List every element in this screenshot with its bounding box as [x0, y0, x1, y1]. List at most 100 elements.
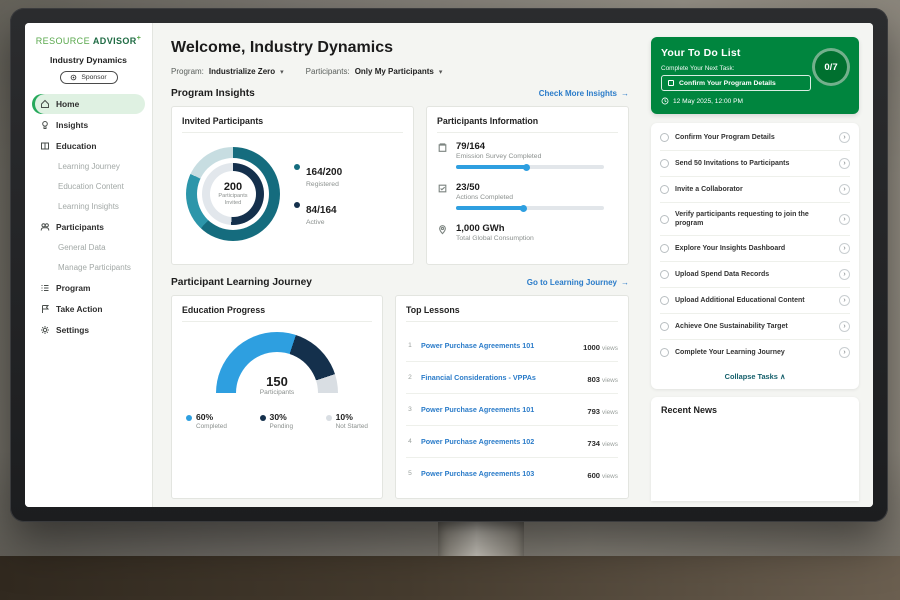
sidebar-item-settings[interactable]: Settings	[32, 320, 145, 340]
sidebar-item-label: Take Action	[56, 304, 103, 314]
insights-icon	[40, 120, 50, 130]
arrow-right-icon: →	[621, 89, 629, 98]
sidebar-item-insights[interactable]: Insights	[32, 115, 145, 135]
checkbox-icon[interactable]	[660, 270, 669, 279]
legend-value: 164/200	[306, 167, 342, 178]
lesson-link[interactable]: Power Purchase Agreements 101	[421, 405, 580, 414]
caret-up-icon: ∧	[780, 372, 785, 381]
sidebar-item-label: Insights	[56, 120, 88, 130]
participants-filter-label: Participants:	[306, 67, 350, 76]
lesson-link[interactable]: Power Purchase Agreements 101	[421, 341, 576, 350]
main-content: Welcome, Industry Dynamics Program: Indu…	[153, 23, 641, 507]
chevron-right-icon[interactable]: ›	[839, 269, 850, 280]
participants-filter-value[interactable]: Only My Participants	[355, 67, 434, 76]
lesson-views: 734	[587, 439, 600, 448]
section-title: Participant Learning Journey	[171, 277, 312, 288]
sidebar-item-take-action[interactable]: Take Action	[32, 299, 145, 319]
task-row-confirm-program[interactable]: Confirm Your Program Details ›	[660, 125, 850, 151]
stat-global-consumption: 1,000 GWh Total Global Consumption	[437, 223, 618, 242]
checkbox-icon[interactable]	[660, 244, 669, 253]
task-label: Confirm Your Program Details	[675, 133, 833, 142]
next-task-box[interactable]: Confirm Your Program Details	[661, 75, 811, 91]
chevron-down-icon[interactable]: ▾	[280, 68, 284, 76]
location-pin-icon	[437, 224, 448, 235]
lesson-row: 4 Power Purchase Agreements 102 734views	[406, 426, 618, 458]
chevron-right-icon[interactable]: ›	[839, 243, 850, 254]
sidebar-item-program[interactable]: Program	[32, 278, 145, 298]
learning-cards-row: Education Progress 150 Participants	[171, 295, 629, 499]
chevron-down-icon[interactable]: ▾	[439, 68, 443, 76]
chevron-right-icon[interactable]: ›	[839, 158, 850, 169]
chevron-right-icon[interactable]: ›	[839, 347, 850, 358]
task-row-verify-participants[interactable]: Verify participants requesting to join t…	[660, 203, 850, 236]
sidebar-item-general-data[interactable]: General Data	[32, 238, 145, 257]
checkbox-icon[interactable]	[668, 80, 674, 86]
chevron-right-icon[interactable]: ›	[839, 321, 850, 332]
checkbox-icon[interactable]	[660, 185, 669, 194]
lesson-link[interactable]: Power Purchase Agreements 103	[421, 469, 580, 478]
invited-legend: 164/200 Registered 84/164 Active	[294, 162, 342, 226]
lesson-row: 1 Power Purchase Agreements 101 1000view…	[406, 330, 618, 362]
sidebar: RESOURCE ADVISOR+ Industry Dynamics Spon…	[25, 23, 153, 507]
chevron-right-icon[interactable]: ›	[839, 214, 850, 225]
card-title: Top Lessons	[406, 305, 618, 322]
legend-item-pending: 30% Pending	[260, 412, 293, 430]
task-label: Explore Your Insights Dashboard	[675, 244, 833, 253]
lesson-link[interactable]: Financial Considerations - VPPAs	[421, 373, 580, 382]
task-label: Invite a Collaborator	[675, 185, 833, 194]
stat-label: Emission Survey Completed	[456, 153, 604, 160]
legend-dot-gray	[326, 415, 332, 421]
legend-item-not-started: 10% Not Started	[326, 412, 368, 430]
chevron-right-icon[interactable]: ›	[839, 295, 850, 306]
lesson-row: 5 Power Purchase Agreements 103 600views	[406, 458, 618, 489]
task-label: Upload Additional Educational Content	[675, 296, 833, 305]
task-row-complete-learning-journey[interactable]: Complete Your Learning Journey ›	[660, 340, 850, 365]
task-row-upload-spend-data[interactable]: Upload Spend Data Records ›	[660, 262, 850, 288]
legend-percent: 10%	[336, 412, 353, 422]
collapse-tasks-button[interactable]: Collapse Tasks ∧	[660, 365, 850, 385]
card-title: Invited Participants	[182, 116, 403, 133]
checkbox-icon[interactable]	[660, 159, 669, 168]
task-row-send-invitations[interactable]: Send 50 Invitations to Participants ›	[660, 151, 850, 177]
task-row-explore-insights[interactable]: Explore Your Insights Dashboard ›	[660, 236, 850, 262]
app-logo: RESOURCE ADVISOR+	[32, 35, 145, 46]
legend-label: Active	[306, 219, 337, 226]
sponsor-badge[interactable]: Sponsor	[60, 71, 118, 84]
sidebar-item-learning-insights[interactable]: Learning Insights	[32, 197, 145, 216]
chevron-right-icon[interactable]: ›	[839, 184, 850, 195]
page-title: Welcome, Industry Dynamics	[171, 39, 629, 57]
sidebar-item-manage-participants[interactable]: Manage Participants	[32, 258, 145, 277]
donut-center-label: Participants Invited	[211, 193, 255, 207]
lesson-link[interactable]: Power Purchase Agreements 102	[421, 437, 580, 446]
monitor-frame: RESOURCE ADVISOR+ Industry Dynamics Spon…	[10, 8, 888, 522]
sidebar-item-education-content[interactable]: Education Content	[32, 177, 145, 196]
task-row-upload-educational-content[interactable]: Upload Additional Educational Content ›	[660, 288, 850, 314]
donut-center: 200 Participants Invited	[186, 147, 280, 241]
task-row-achieve-target[interactable]: Achieve One Sustainability Target ›	[660, 314, 850, 340]
sidebar-item-education[interactable]: Education	[32, 136, 145, 156]
check-more-insights-link[interactable]: Check More Insights →	[539, 89, 629, 98]
scene: RESOURCE ADVISOR+ Industry Dynamics Spon…	[0, 0, 900, 600]
sidebar-item-label: Education	[56, 141, 96, 151]
legend-percent: 60%	[196, 412, 213, 422]
checkbox-icon[interactable]	[660, 133, 669, 142]
education-gauge-chart: 150 Participants	[216, 332, 338, 396]
invited-donut-chart: 200 Participants Invited	[186, 147, 280, 241]
sidebar-item-learning-journey[interactable]: Learning Journey	[32, 157, 145, 176]
lesson-views: 803	[587, 375, 600, 384]
checkbox-icon[interactable]	[660, 215, 669, 224]
checkbox-icon[interactable]	[660, 322, 669, 331]
chevron-right-icon[interactable]: ›	[839, 132, 850, 143]
lesson-views: 1000	[583, 343, 600, 352]
checkbox-icon[interactable]	[660, 348, 669, 357]
stat-label: Actions Completed	[456, 194, 604, 201]
sidebar-item-label: Learning Insights	[58, 202, 119, 211]
legend-label: Registered	[306, 181, 342, 188]
sidebar-item-home[interactable]: Home	[32, 94, 145, 114]
checkbox-icon[interactable]	[660, 296, 669, 305]
go-to-learning-journey-link[interactable]: Go to Learning Journey →	[527, 278, 629, 287]
task-row-invite-collaborator[interactable]: Invite a Collaborator ›	[660, 177, 850, 203]
program-filter-value[interactable]: Industrialize Zero	[209, 67, 275, 76]
stat-emission-survey: 79/164 Emission Survey Completed	[437, 141, 618, 169]
sidebar-item-participants[interactable]: Participants	[32, 217, 145, 237]
